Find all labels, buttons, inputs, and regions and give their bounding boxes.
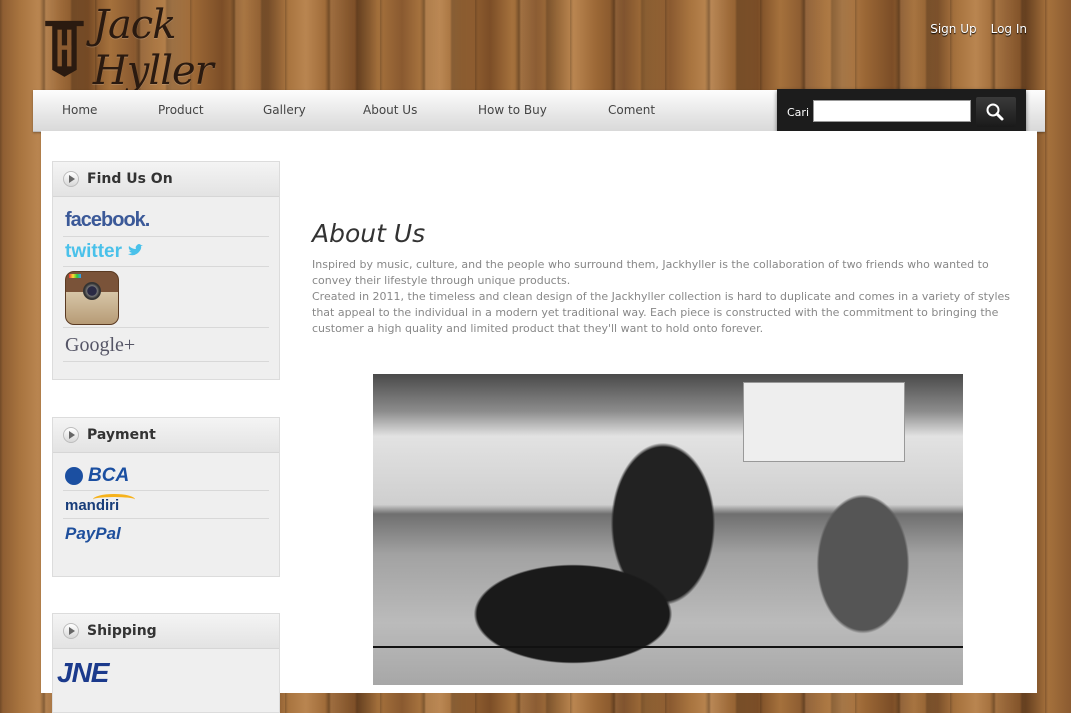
payment-title: Payment bbox=[87, 427, 156, 443]
arrow-right-icon bbox=[63, 623, 79, 639]
header: Jack Hyller Sign Up Log In bbox=[0, 0, 1071, 94]
twitter-bird-icon bbox=[128, 244, 144, 256]
instagram-link[interactable] bbox=[63, 267, 269, 328]
signup-link[interactable]: Sign Up bbox=[930, 22, 976, 36]
about-paragraph-1: Inspired by music, culture, and the peop… bbox=[312, 258, 989, 287]
about-photo bbox=[373, 374, 963, 685]
shipping-title: Shipping bbox=[87, 623, 157, 639]
nav-home[interactable]: Home bbox=[62, 103, 97, 117]
auth-links: Sign Up Log In bbox=[930, 22, 1027, 36]
login-link[interactable]: Log In bbox=[991, 22, 1027, 36]
bca-logo: BCA bbox=[63, 453, 269, 491]
find-us-box: Find Us On facebook. twitter Google+ bbox=[52, 161, 280, 380]
facebook-link[interactable]: facebook. bbox=[63, 197, 269, 237]
payment-header[interactable]: Payment bbox=[53, 418, 279, 453]
payment-box: Payment BCA mandiri PayPal bbox=[52, 417, 280, 577]
mandiri-wave-icon bbox=[93, 494, 135, 505]
nav-product[interactable]: Product bbox=[158, 103, 204, 117]
shipping-header[interactable]: Shipping bbox=[53, 614, 279, 649]
arrow-right-icon bbox=[63, 427, 79, 443]
search-label: Cari bbox=[787, 106, 809, 119]
instagram-lens bbox=[83, 282, 101, 300]
arrow-right-icon bbox=[63, 171, 79, 187]
nav-coment[interactable]: Coment bbox=[608, 103, 655, 117]
find-us-header[interactable]: Find Us On bbox=[53, 162, 279, 197]
search-icon bbox=[986, 103, 1004, 121]
jne-logo: JNE bbox=[53, 649, 279, 689]
nav-how-to-buy[interactable]: How to Buy bbox=[478, 103, 547, 117]
about-paragraph-2: Created in 2011, the timeless and clean … bbox=[312, 290, 1011, 335]
search-button[interactable] bbox=[976, 97, 1016, 127]
google-plus-label: Google+ bbox=[65, 334, 136, 356]
paypal-logo: PayPal bbox=[65, 524, 121, 543]
google-plus-link[interactable]: Google+ bbox=[63, 328, 269, 362]
twitter-link[interactable]: twitter bbox=[63, 237, 269, 267]
shipping-box: Shipping JNE bbox=[52, 613, 280, 713]
nav-gallery[interactable]: Gallery bbox=[263, 103, 306, 117]
bca-emblem-icon bbox=[65, 467, 83, 485]
page-title: About Us bbox=[312, 218, 426, 248]
logo-wordmark: Jack Hyller bbox=[92, 2, 214, 94]
jh-monogram-icon bbox=[45, 20, 84, 77]
find-us-title: Find Us On bbox=[87, 171, 173, 187]
instagram-rainbow bbox=[69, 274, 81, 278]
twitter-label: twitter bbox=[65, 241, 122, 262]
mandiri-logo: mandiri bbox=[63, 491, 269, 519]
instagram-icon bbox=[65, 271, 119, 325]
search-input[interactable] bbox=[813, 100, 971, 122]
bca-label: BCA bbox=[88, 465, 130, 486]
brand-logo[interactable]: Jack Hyller bbox=[40, 2, 280, 94]
nav-about-us[interactable]: About Us bbox=[363, 103, 417, 117]
jne-label: JNE bbox=[57, 657, 109, 688]
content-area: Find Us On facebook. twitter Google+ Pay… bbox=[41, 131, 1037, 713]
